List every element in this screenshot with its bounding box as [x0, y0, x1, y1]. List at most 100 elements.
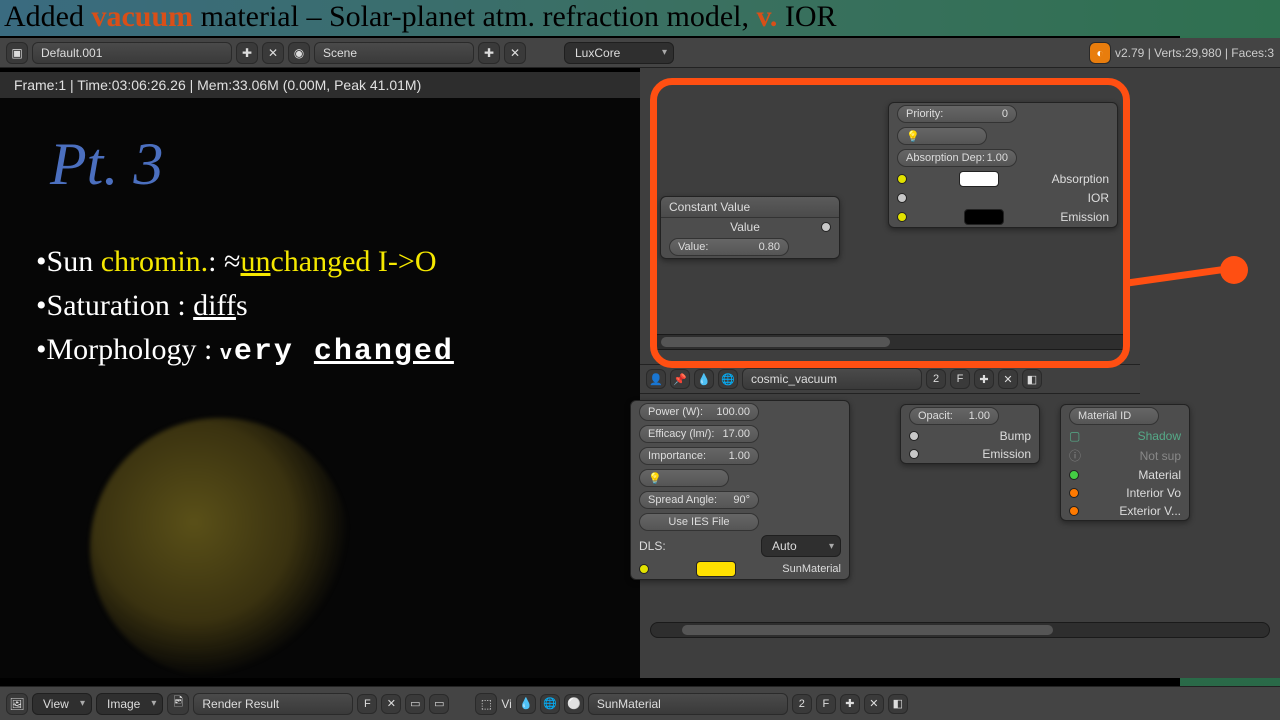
world-icon[interactable]: 🌐 — [718, 369, 738, 389]
node-material-output[interactable]: Material ID ▢ Shadow ⓘ Not sup Material In… — [1060, 404, 1190, 521]
scene-icon[interactable]: ◉ — [288, 42, 310, 64]
importance-field[interactable]: Importance:1.00 — [639, 447, 759, 465]
title-v: v. — [757, 0, 778, 33]
bottom-remove-material[interactable]: ✕ — [864, 694, 884, 714]
remove-scene-button[interactable]: ✕ — [504, 42, 526, 64]
slide-bullets: •Sun chromin.: ≈unchanged I->O •Saturati… — [36, 240, 454, 377]
image-browse-icon[interactable]: 🖻 — [167, 693, 189, 715]
node-material-mix[interactable]: Opacit:1.00 Bump Emission — [900, 404, 1040, 464]
editor-type-icon[interactable]: ▣ — [6, 42, 28, 64]
bottom-material-users[interactable]: 2 — [792, 694, 812, 714]
bump-label: Bump — [1000, 429, 1031, 443]
layout-name-field[interactable]: Default.001 — [32, 42, 232, 64]
output-socket[interactable] — [821, 222, 831, 232]
remove-layout-button[interactable]: ✕ — [262, 42, 284, 64]
absorption-swatch[interactable] — [959, 171, 999, 187]
ior-socket[interactable] — [897, 193, 907, 203]
node-scrollbar-2[interactable] — [650, 622, 1270, 638]
remove-material-button[interactable]: ✕ — [998, 369, 1018, 389]
exterior-vol-socket[interactable] — [1069, 506, 1079, 516]
absorption-label: Absorption — [1052, 172, 1109, 186]
opacity-field[interactable]: Opacit:1.00 — [909, 407, 999, 425]
emission-socket-2[interactable] — [909, 449, 919, 459]
exterior-vol-label: Exterior V... — [1119, 504, 1181, 518]
value-field[interactable]: Value:0.80 — [669, 238, 789, 256]
add-material-button[interactable]: ✚ — [974, 369, 994, 389]
fake-user-f[interactable]: F — [357, 694, 377, 714]
bottom-fake-user[interactable]: F — [816, 694, 836, 714]
node-light-emission[interactable]: Power (W):100.00 Efficacy (lm/):17.00 Im… — [630, 400, 850, 580]
sphere-icon[interactable]: ⚪ — [564, 694, 584, 714]
material-id-field[interactable]: Material ID — [1069, 407, 1159, 425]
bullet-1: •Sun chromin.: ≈unchanged I->O — [36, 240, 454, 284]
emission-label: Emission — [1060, 210, 1109, 224]
slide-part-number: Pt. 3 — [50, 130, 163, 199]
title-mid: material – Solar-planet atm. refraction … — [193, 0, 756, 33]
shadow-label: Shadow — [1138, 429, 1181, 443]
bottom-use-nodes[interactable]: ◧ — [888, 694, 908, 714]
node-header[interactable]: Constant Value — [661, 197, 839, 218]
title-post: IOR — [777, 0, 836, 33]
add-layout-button[interactable]: ✚ — [236, 42, 258, 64]
material-name-field[interactable]: cosmic_vacuum — [742, 368, 922, 390]
image-menu[interactable]: Image — [96, 693, 163, 715]
node-scrollbar-1[interactable] — [650, 334, 1130, 350]
fake-user-button[interactable]: F — [950, 369, 970, 389]
material-socket[interactable] — [1069, 470, 1079, 480]
blender-icon: ◐ — [1089, 42, 1111, 64]
sun-color-swatch[interactable] — [696, 561, 736, 577]
info-icon: ⓘ — [1069, 447, 1081, 464]
unlink-image-button[interactable]: ✕ — [381, 694, 401, 714]
node-editor[interactable]: Constant Value Value Value:0.80 Priority… — [640, 68, 1280, 678]
power-field[interactable]: Power (W):100.00 — [639, 403, 759, 421]
world-mode-icon[interactable]: 🌐 — [540, 694, 560, 714]
render-engine-dropdown[interactable]: LuxCore — [564, 42, 674, 64]
add-scene-button[interactable]: ✚ — [478, 42, 500, 64]
title-banner: Added vacuum material – Solar-planet atm… — [0, 0, 1280, 36]
material-header-bar: 👤 📌 💧 🌐 cosmic_vacuum 2 F ✚ ✕ ◧ — [640, 364, 1140, 394]
spread-angle-field[interactable]: Spread Angle:90° — [639, 491, 759, 509]
material-label: Material — [1138, 468, 1181, 482]
sun-render — [90, 418, 350, 678]
light-toggle[interactable]: 💡 — [897, 127, 987, 145]
dls-dropdown[interactable]: Auto — [761, 535, 841, 557]
highlight-dot — [1220, 256, 1248, 284]
drop-icon[interactable]: 💧 — [694, 369, 714, 389]
title-pre: Added — [4, 0, 91, 33]
bullet-2: •Saturation : diffs — [36, 284, 454, 328]
bump-socket[interactable] — [909, 431, 919, 441]
view-menu[interactable]: View — [32, 693, 92, 715]
node-glass-material[interactable]: Priority:0 💡 Absorption Dep: 1.00 Absorp… — [888, 102, 1118, 228]
use-ies-button[interactable]: Use IES File — [639, 513, 759, 531]
notsup-label: Not sup — [1140, 449, 1181, 463]
node-editor-icon[interactable]: ⬚ — [475, 693, 497, 715]
bottom-add-material[interactable]: ✚ — [840, 694, 860, 714]
version-stats: v2.79 | Verts:29,980 | Faces:3 — [1115, 46, 1274, 60]
interior-vol-label: Interior Vo — [1126, 486, 1181, 500]
pin-icon[interactable]: 📌 — [670, 369, 690, 389]
node-constant-value[interactable]: Constant Value Value Value:0.80 — [660, 196, 840, 259]
image-name-field[interactable]: Render Result — [193, 693, 353, 715]
scene-name-field[interactable]: Scene — [314, 42, 474, 64]
ior-label: IOR — [1088, 191, 1109, 205]
emission-swatch[interactable] — [964, 209, 1004, 225]
priority-field[interactable]: Priority:0 — [897, 105, 1017, 123]
efficacy-field[interactable]: Efficacy (lm/):17.00 — [639, 425, 759, 443]
sunmat-label: SunMaterial — [782, 563, 841, 575]
extra-2[interactable]: ▭ — [429, 694, 449, 714]
absorption-depth-field[interactable]: Absorption Dep: 1.00 — [897, 149, 1017, 167]
use-nodes-button[interactable]: ◧ — [1022, 369, 1042, 389]
material-mode-icon[interactable]: 💧 — [516, 694, 536, 714]
color-socket[interactable] — [639, 564, 649, 574]
top-toolbar: ▣ Default.001 ✚ ✕ ◉ Scene ✚ ✕ LuxCore ◐ … — [0, 38, 1280, 68]
bulb-toggle[interactable]: 💡 — [639, 469, 729, 487]
bottom-material-field[interactable]: SunMaterial — [588, 693, 788, 715]
absorption-socket[interactable] — [897, 174, 907, 184]
user-icon[interactable]: 👤 — [646, 369, 666, 389]
interior-vol-socket[interactable] — [1069, 488, 1079, 498]
extra-1[interactable]: ▭ — [405, 694, 425, 714]
shadow-checkbox[interactable]: ▢ — [1069, 429, 1080, 443]
image-editor-icon[interactable]: 🖼 — [6, 693, 28, 715]
material-users[interactable]: 2 — [926, 369, 946, 389]
emission-socket[interactable] — [897, 212, 907, 222]
